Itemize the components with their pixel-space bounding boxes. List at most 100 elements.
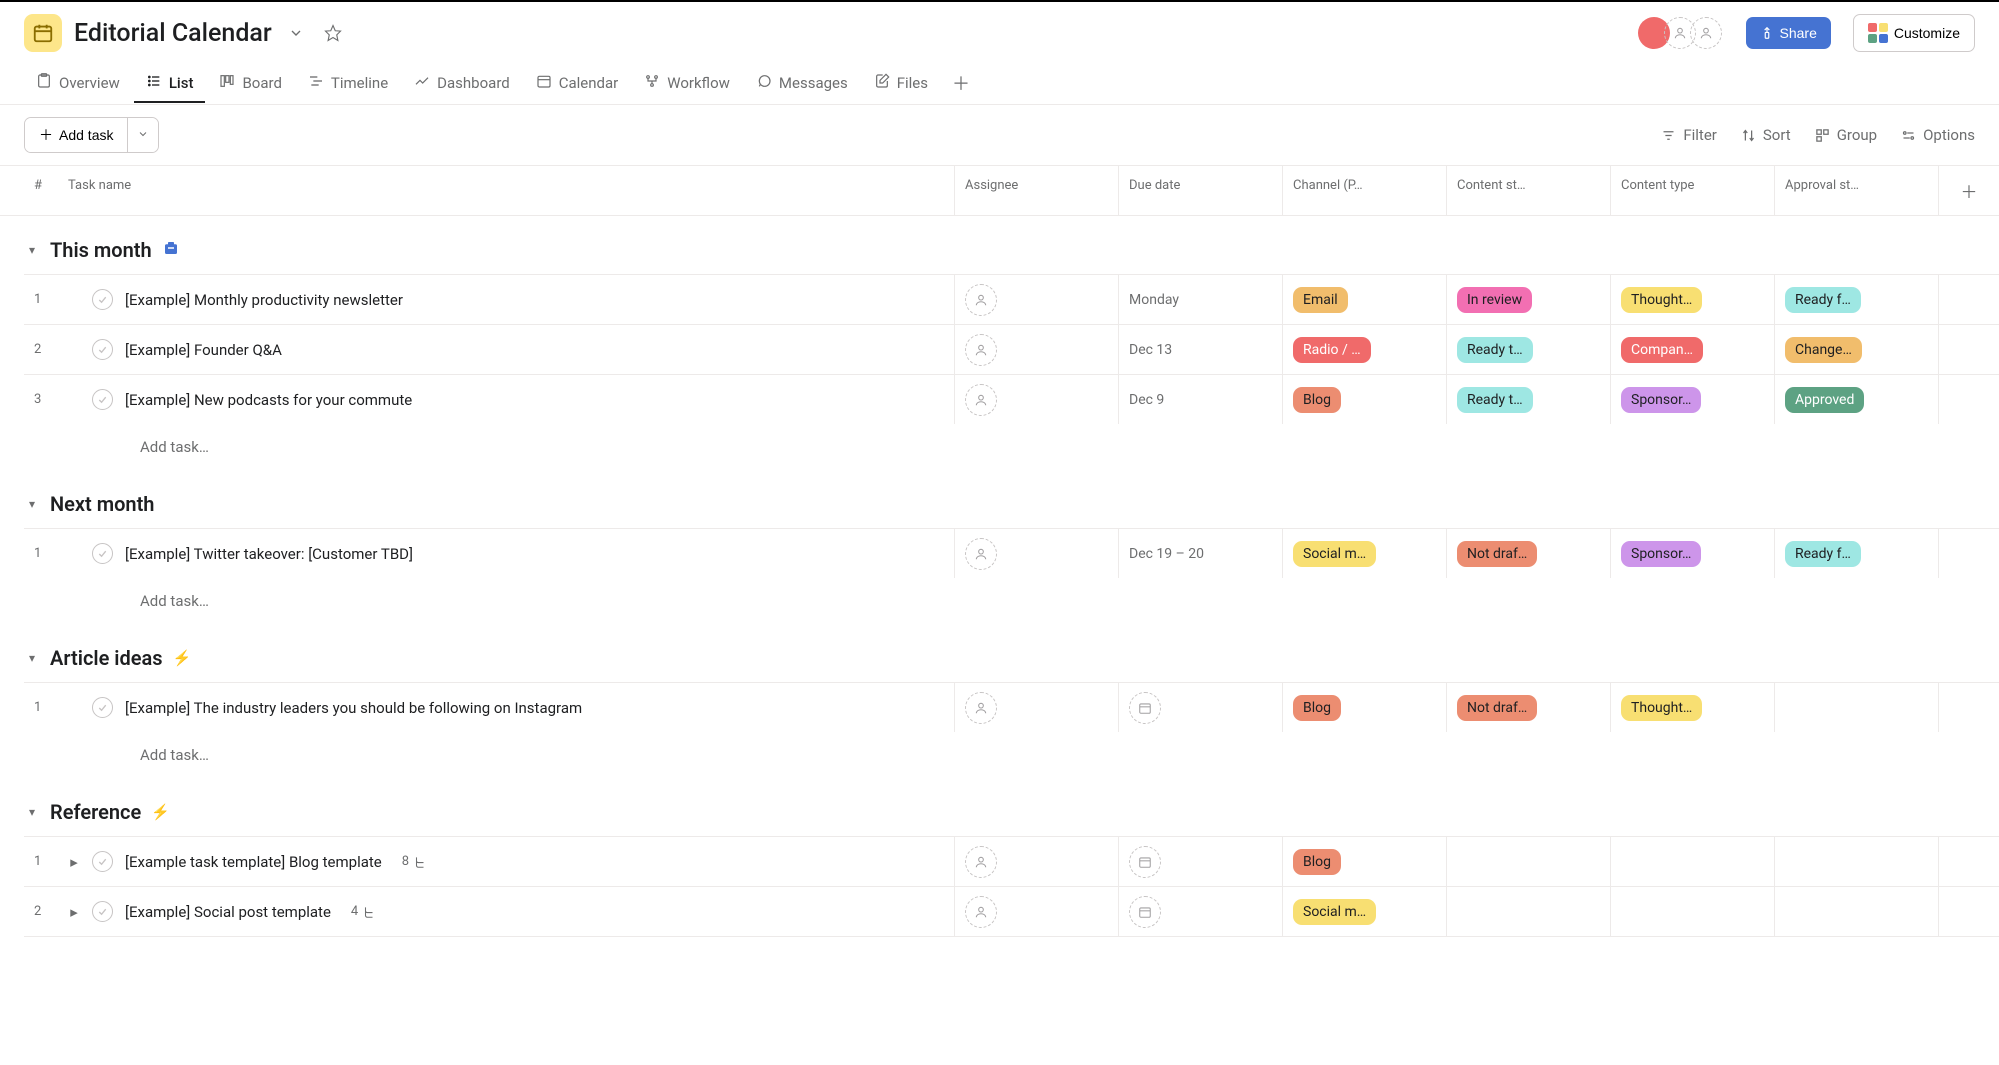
col-header-num[interactable]: # (24, 166, 58, 215)
tag[interactable]: Radio / … (1293, 337, 1371, 363)
col-header-name[interactable]: Task name (58, 166, 955, 215)
col-header-cstage[interactable]: Content st… (1447, 166, 1611, 215)
tag[interactable]: Sponsor… (1621, 387, 1701, 413)
table-row[interactable]: 1 [Example] Monthly productivity newslet… (24, 274, 1999, 324)
tag[interactable]: Blog (1293, 387, 1341, 413)
section-toggle[interactable]: ▾ (24, 805, 40, 819)
tab-overview[interactable]: Overview (24, 65, 132, 103)
assignee-placeholder[interactable] (965, 692, 997, 724)
add-tab-button[interactable]: ＋ (942, 62, 980, 104)
tag[interactable]: Ready f… (1785, 287, 1861, 313)
share-button-label: Share (1780, 25, 1817, 41)
complete-check[interactable] (92, 543, 113, 564)
tag[interactable]: Blog (1293, 695, 1341, 721)
tab-timeline[interactable]: Timeline (296, 65, 400, 103)
complete-check[interactable] (92, 697, 113, 718)
tag[interactable]: Blog (1293, 849, 1341, 875)
tag[interactable]: Social m… (1293, 899, 1376, 925)
section-title[interactable]: This month (50, 238, 152, 262)
tab-label: Files (897, 74, 928, 92)
table-row[interactable]: 3 [Example] New podcasts for your commut… (24, 374, 1999, 424)
share-button[interactable]: Share (1746, 17, 1831, 49)
assignee-placeholder[interactable] (965, 384, 997, 416)
project-icon[interactable] (24, 14, 62, 52)
section-toggle[interactable]: ▾ (24, 651, 40, 665)
assignee-placeholder[interactable] (965, 896, 997, 928)
calendar-icon[interactable] (1129, 846, 1161, 878)
tag[interactable]: Not draf… (1457, 541, 1537, 567)
tab-board[interactable]: Board (207, 65, 293, 103)
complete-check[interactable] (92, 851, 113, 872)
expand-subtasks-icon[interactable]: ▸ (68, 903, 80, 921)
table-row[interactable]: 2 ▸[Example] Social post template4 Socia… (24, 886, 1999, 937)
col-header-due[interactable]: Due date (1119, 166, 1283, 215)
tag[interactable]: Sponsor… (1621, 541, 1701, 567)
tag[interactable]: Social m… (1293, 541, 1376, 567)
row-number: 1 (24, 837, 58, 886)
group-button[interactable]: Group (1815, 126, 1877, 144)
tab-dashboard[interactable]: Dashboard (402, 65, 522, 103)
assignee-placeholder[interactable] (965, 846, 997, 878)
tag[interactable]: Ready f… (1785, 541, 1861, 567)
assignee-placeholder[interactable] (965, 334, 997, 366)
tag[interactable]: Thought… (1621, 695, 1702, 721)
tag[interactable]: Not draf… (1457, 695, 1537, 721)
add-task-button[interactable]: ＋ Add task (25, 118, 127, 152)
add-member-icon[interactable] (1690, 17, 1722, 49)
section-title[interactable]: Article ideas (50, 646, 163, 670)
table-row[interactable]: 2 [Example] Founder Q&A Dec 13 Radio / …… (24, 324, 1999, 374)
section-title[interactable]: Next month (50, 492, 154, 516)
tag[interactable]: Approved (1785, 387, 1864, 413)
col-header-assignee[interactable]: Assignee (955, 166, 1119, 215)
tag[interactable]: Thought… (1621, 287, 1702, 313)
options-button[interactable]: Options (1901, 126, 1975, 144)
col-header-ctype[interactable]: Content type (1611, 166, 1775, 215)
tag[interactable]: Email (1293, 287, 1348, 313)
table-row[interactable]: 1 ▸[Example task template] Blog template… (24, 836, 1999, 886)
page-title[interactable]: Editorial Calendar (74, 19, 272, 48)
tag[interactable]: In review (1457, 287, 1532, 313)
tab-workflow[interactable]: Workflow (632, 65, 742, 103)
task-name: [Example] Founder Q&A (125, 341, 282, 359)
add-task-dropdown[interactable] (127, 118, 158, 152)
calendar-icon (536, 73, 552, 93)
tab-list[interactable]: List (134, 65, 206, 103)
section-toggle[interactable]: ▾ (24, 497, 40, 511)
add-task-inline[interactable]: Add task… (24, 578, 1999, 624)
tag[interactable]: Ready t… (1457, 337, 1533, 363)
assignee-placeholder[interactable] (965, 538, 997, 570)
complete-check[interactable] (92, 339, 113, 360)
add-column-button[interactable]: ＋ (1939, 166, 1999, 215)
calendar-icon[interactable] (1129, 896, 1161, 928)
subtask-count: 8 (402, 854, 427, 869)
table-row[interactable]: 1 [Example] Twitter takeover: [Customer … (24, 528, 1999, 578)
member-avatars[interactable] (1644, 17, 1722, 49)
customize-button[interactable]: Customize (1853, 14, 1975, 52)
title-dropdown-icon[interactable] (284, 21, 308, 45)
add-task-inline[interactable]: Add task… (24, 424, 1999, 470)
complete-check[interactable] (92, 901, 113, 922)
section-title[interactable]: Reference (50, 800, 141, 824)
col-header-approval[interactable]: Approval st… (1775, 166, 1939, 215)
row-number: 1 (24, 683, 58, 732)
calendar-icon[interactable] (1129, 692, 1161, 724)
tag[interactable]: Compan… (1621, 337, 1703, 363)
section-toggle[interactable]: ▾ (24, 243, 40, 257)
tab-files[interactable]: Files (862, 65, 940, 103)
add-task-inline[interactable]: Add task… (24, 732, 1999, 778)
filter-button[interactable]: Filter (1661, 126, 1717, 144)
complete-check[interactable] (92, 289, 113, 310)
assignee-placeholder[interactable] (965, 284, 997, 316)
tag[interactable]: Ready t… (1457, 387, 1533, 413)
tab-calendar[interactable]: Calendar (524, 65, 631, 103)
sort-button[interactable]: Sort (1741, 126, 1791, 144)
complete-check[interactable] (92, 389, 113, 410)
expand-subtasks-icon[interactable]: ▸ (68, 853, 80, 871)
tab-messages[interactable]: Messages (744, 65, 860, 103)
plus-icon: ＋ (39, 125, 53, 145)
col-header-channel[interactable]: Channel (P… (1283, 166, 1447, 215)
bolt-icon: ⚡ (173, 649, 192, 667)
table-row[interactable]: 1 [Example] The industry leaders you sho… (24, 682, 1999, 732)
star-icon[interactable] (320, 20, 346, 46)
tag[interactable]: Change… (1785, 337, 1862, 363)
